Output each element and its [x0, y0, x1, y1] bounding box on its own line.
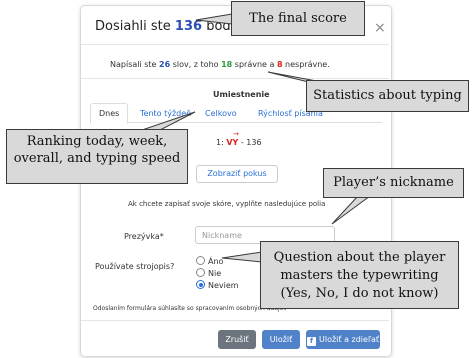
- pointer-score: [195, 13, 233, 25]
- pointer-question: [221, 251, 263, 263]
- callout-typewriting-question: Question about the player masters the ty…: [260, 241, 459, 309]
- pointer-ranking: [141, 111, 196, 131]
- callout-final-score: The final score: [231, 1, 365, 36]
- pointer-nickname: [331, 195, 372, 225]
- callout-ranking: Ranking today, week, overall, and typing…: [6, 129, 188, 184]
- callout-typing-stats: Statistics about typing: [306, 80, 469, 112]
- callout-nickname: Player’s nickname: [323, 168, 464, 198]
